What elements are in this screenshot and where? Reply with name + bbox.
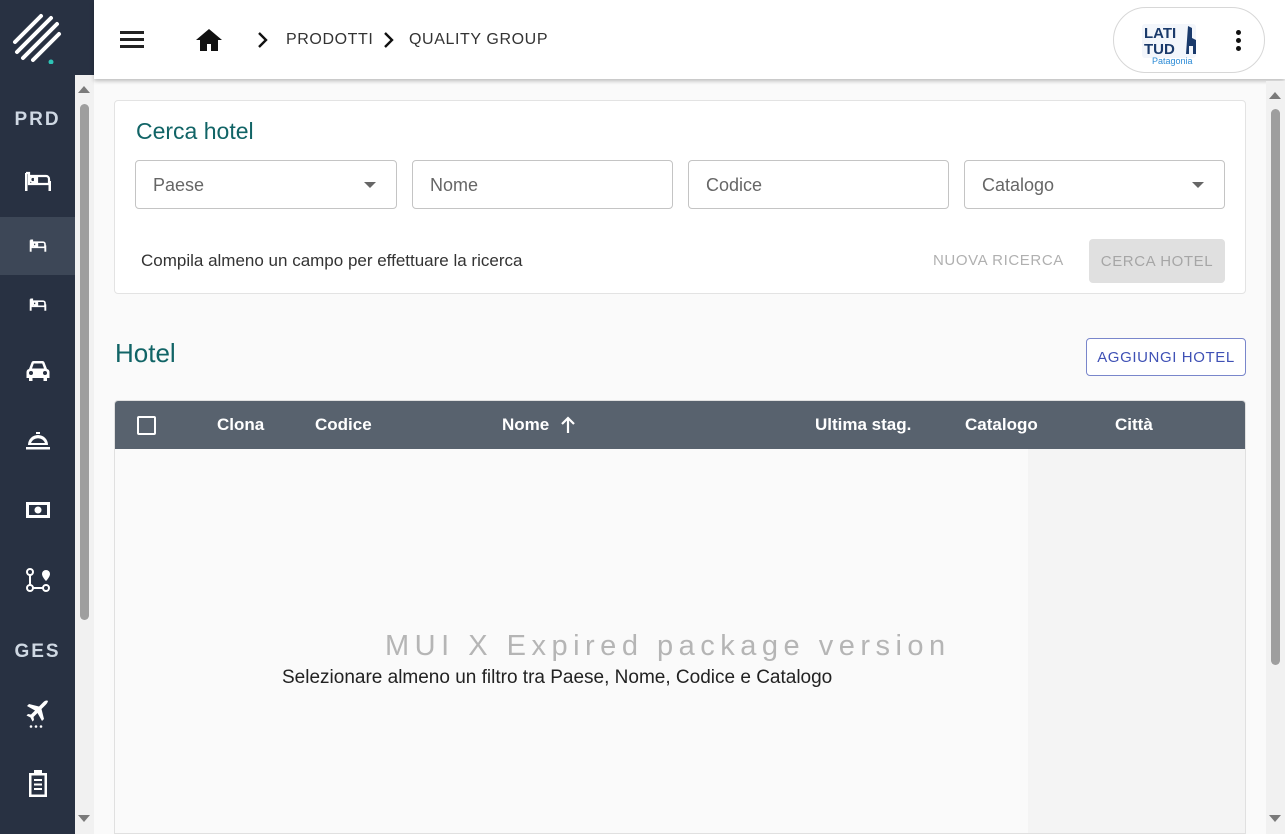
route-icon [25,568,50,592]
more-vert-icon[interactable] [1236,30,1242,52]
sidebar-item-hotel-other[interactable] [0,276,75,334]
menu-icon[interactable] [120,28,148,52]
hotel-data-grid: Clona Codice Nome Ultima stag. Catalogo … [114,400,1246,834]
user-menu[interactable]: LATI TUD Patagonia [1113,7,1265,73]
column-header-nome[interactable]: Nome [502,415,549,435]
room-service-icon [25,432,50,450]
section-label-prd: PRD [14,109,61,130]
chevron-right-icon [258,32,268,48]
paese-select[interactable]: Paese [135,160,397,209]
main-scrollbar-thumb[interactable] [1271,109,1280,665]
sidebar-item-services[interactable] [0,412,75,470]
hotel-section-title: Hotel [115,338,176,368]
search-title: Cerca hotel [136,118,254,144]
empty-grid-message: Selezionare almeno un filtro tra Paese, … [282,667,833,688]
sidebar-item-hotel-quality[interactable] [0,217,75,275]
search-card: Cerca hotel Paese Nome Codice Catalogo C… [114,100,1246,294]
add-hotel-button[interactable]: AGGIUNGI HOTEL [1086,338,1246,376]
sort-ascending-icon[interactable] [559,415,577,435]
grid-body-pinned-area [1028,449,1245,833]
main-scroll-up-icon[interactable] [1269,92,1281,99]
codice-placeholder: Codice [706,175,763,195]
latitud-patagonia-logo: LATI TUD Patagonia [1142,24,1196,66]
svg-text:Patagonia: Patagonia [1152,56,1193,66]
top-bar: PRODOTTI QUALITY GROUP LATI TUD Patagoni… [94,0,1285,79]
bed-small-icon [29,298,46,311]
main-scroll-down-icon[interactable] [1269,815,1281,822]
sidebar-item-transfer[interactable] [0,342,75,400]
nome-input[interactable]: Nome [412,160,673,209]
column-header-clona[interactable]: Clona [217,415,264,435]
money-icon [25,502,50,518]
dropdown-arrow-icon [1192,182,1204,188]
stripes-logo-icon [13,13,61,64]
breadcrumb-quality-group[interactable]: QUALITY GROUP [409,31,548,49]
sidebar-item-prices[interactable] [0,481,75,539]
sidebar-scrollbar-thumb[interactable] [80,104,89,620]
sidebar-item-routes[interactable] [0,551,75,609]
bed-icon [24,171,51,191]
clipboard-icon [28,770,47,797]
codice-input[interactable]: Codice [688,160,949,209]
car-icon [26,361,49,381]
section-label-ges: GES [14,641,61,662]
sidebar-item-reports[interactable] [0,754,75,812]
app-logo[interactable] [0,0,94,75]
column-header-codice[interactable]: Codice [315,415,372,435]
sidebar-item-flights[interactable] [0,685,75,743]
select-all-checkbox[interactable] [137,416,156,435]
column-header-catalogo[interactable]: Catalogo [965,415,1038,435]
grid-header: Clona Codice Nome Ultima stag. Catalogo … [115,401,1245,449]
home-icon[interactable] [194,27,224,53]
flight-icon [26,700,48,728]
sidebar-item-hotel[interactable] [0,153,75,211]
sidebar-scroll-up-icon[interactable] [78,86,90,93]
bed-small-icon [29,239,46,252]
catalogo-select[interactable]: Catalogo [964,160,1225,209]
search-hint: Compila almeno un campo per effettuare l… [141,251,523,270]
paese-label: Paese [153,175,205,195]
catalogo-label: Catalogo [982,175,1055,195]
svg-text:LATI: LATI [1144,25,1176,42]
chevron-right-icon [384,32,394,48]
new-search-button[interactable]: NUOVA RICERCA [933,252,1064,269]
sidebar-scroll-down-icon[interactable] [78,815,90,822]
column-header-citta[interactable]: Città [1115,415,1153,435]
dropdown-arrow-icon [364,182,376,188]
column-header-ultima-stag[interactable]: Ultima stag. [815,415,911,435]
breadcrumb-prodotti[interactable]: PRODOTTI [286,31,373,49]
search-hotel-button[interactable]: CERCA HOTEL [1089,239,1225,283]
nome-placeholder: Nome [430,175,479,195]
license-watermark: MUI X Expired package version [385,630,951,662]
